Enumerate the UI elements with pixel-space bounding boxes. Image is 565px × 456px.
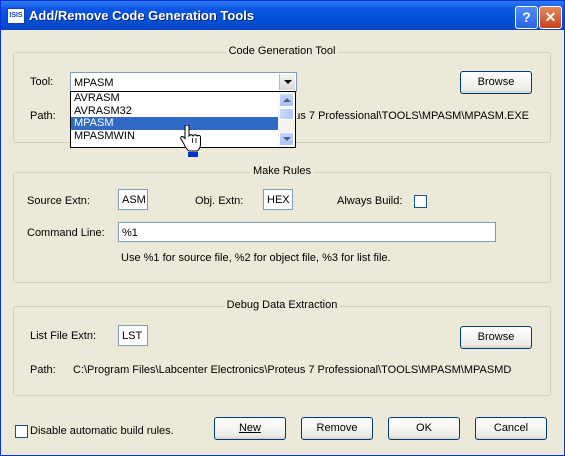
dialog-window: ISIS Add/Remove Code Generation Tools ? …	[0, 0, 565, 456]
debug-path-label: Path:	[30, 364, 56, 376]
list-file-extn-input[interactable]: LST	[118, 325, 148, 346]
source-extn-label: Source Extn:	[27, 195, 90, 207]
make-rules-legend: Make Rules	[249, 165, 315, 177]
command-line-label: Command Line:	[27, 227, 105, 239]
debug-extraction-group: Debug Data Extraction	[13, 299, 551, 396]
ok-button[interactable]: OK	[388, 417, 460, 440]
cursor-marker	[188, 152, 198, 157]
window-title: Add/Remove Code Generation Tools	[29, 8, 255, 23]
remove-button[interactable]: Remove	[301, 417, 373, 440]
dropdown-option[interactable]: MPASMWIN	[71, 130, 281, 143]
always-build-label: Always Build:	[337, 195, 403, 207]
command-line-input[interactable]: %1	[118, 222, 496, 242]
disable-build-rules-label: Disable automatic build rules.	[30, 425, 174, 437]
debug-extraction-legend: Debug Data Extraction	[223, 299, 341, 311]
code-generation-legend: Code Generation Tool	[225, 45, 339, 57]
chevron-down-icon[interactable]	[279, 74, 295, 90]
obj-extn-label: Obj. Extn:	[195, 195, 244, 207]
obj-extn-input[interactable]: HEX	[263, 189, 293, 210]
dropdown-option[interactable]: AVRASM	[71, 92, 281, 105]
dropdown-scrollbar[interactable]	[278, 92, 295, 147]
command-line-hint: Use %1 for source file, %2 for object fi…	[121, 252, 391, 264]
tool-path-label: Path:	[30, 110, 56, 122]
close-button[interactable]: ✕	[539, 6, 562, 29]
dropdown-option[interactable]: AVRASM32	[71, 105, 281, 118]
tool-select[interactable]: MPASM	[70, 72, 297, 92]
new-button[interactable]: New	[214, 417, 286, 440]
source-extn-input[interactable]: ASM	[118, 189, 148, 210]
help-button[interactable]: ?	[515, 6, 538, 29]
always-build-checkbox[interactable]	[414, 195, 427, 208]
disable-build-rules-checkbox[interactable]	[15, 425, 28, 438]
list-file-extn-label: List File Extn:	[30, 330, 97, 342]
tool-path-value: C:\Program Files\Labcenter Electronics\P…	[297, 110, 529, 122]
cancel-button[interactable]: Cancel	[475, 417, 547, 440]
browse-debug-button[interactable]: Browse	[460, 326, 532, 349]
scroll-up-icon[interactable]	[279, 93, 294, 107]
tool-select-value: MPASM	[74, 77, 114, 89]
scroll-thumb[interactable]	[279, 108, 294, 120]
title-bar[interactable]: ISIS Add/Remove Code Generation Tools ? …	[1, 1, 564, 30]
browse-tool-button[interactable]: Browse	[460, 71, 532, 94]
debug-path-value: C:\Program Files\Labcenter Electronics\P…	[73, 364, 511, 376]
scroll-down-icon[interactable]	[279, 132, 294, 146]
app-icon: ISIS	[7, 8, 25, 24]
dropdown-option-selected[interactable]: MPASM	[71, 117, 281, 130]
hand-cursor-icon	[180, 125, 201, 152]
tool-label: Tool:	[30, 76, 54, 88]
